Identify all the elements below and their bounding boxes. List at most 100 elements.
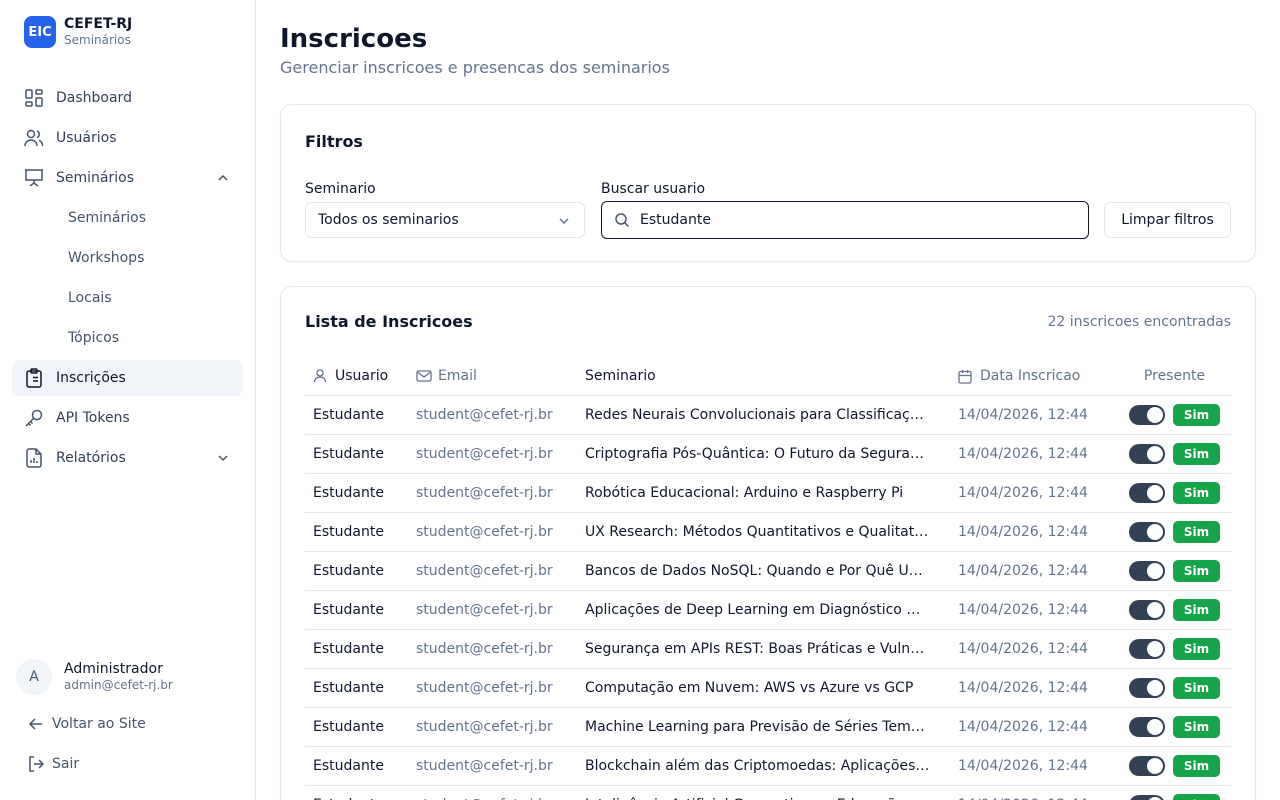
brand-subtitle: Seminários [64,33,131,48]
back-to-site-link[interactable]: Voltar ao Site [28,716,146,732]
presence-badge: Sim [1173,482,1220,504]
table-row[interactable]: Estudantestudent@cefet-rj.brInteligência… [305,786,1231,800]
column-header-user[interactable]: Usuario [305,368,416,384]
cell-user: Estudante [313,680,384,696]
presence-toggle[interactable] [1129,522,1165,542]
column-header-label: Presente [1143,368,1206,384]
presence-badge: Sim [1173,599,1220,621]
page-title: Inscricoes [280,24,428,54]
column-header-present[interactable]: Presente [1118,368,1231,384]
presence-toggle[interactable] [1129,483,1165,503]
search-input[interactable] [640,212,1060,228]
mail-icon [416,368,432,384]
cell-user: Estudante [313,563,384,579]
results-count: 22 inscricoes encontradas [1047,314,1232,330]
presentation-icon [24,168,44,188]
clear-filters-button[interactable]: Limpar filtros [1104,202,1231,238]
column-header-seminar[interactable]: Seminario [585,368,958,384]
logout-icon [28,756,44,772]
presence-toggle[interactable] [1129,561,1165,581]
cell-date: 14/04/2026, 12:44 [958,563,1088,579]
sidebar-item-seminarios[interactable]: Seminários [12,160,243,196]
toggle-knob [1147,602,1163,618]
brand-logo: EIC [24,16,56,48]
cell-user: Estudante [313,524,384,540]
presence-badge: Sim [1173,404,1220,426]
presence-badge: Sim [1173,443,1220,465]
presence-badge: Sim [1173,677,1220,699]
arrow-left-icon [28,716,44,732]
registrations-table: Usuario Email Seminario Data Inscricao P… [305,357,1231,800]
toggle-knob [1147,680,1163,696]
sidebar-subitem-locais[interactable]: Locais [12,280,243,316]
cell-date: 14/04/2026, 12:44 [958,485,1088,501]
presence-toggle[interactable] [1129,444,1165,464]
search-field[interactable] [601,201,1089,239]
sidebar-item-api-tokens[interactable]: API Tokens [12,400,243,436]
column-header-label: Data Inscricao [980,368,1081,384]
key-icon [24,408,44,428]
sidebar-item-label: Usuários [56,130,117,146]
cell-email: student@cefet-rj.br [416,407,553,423]
seminar-filter-label: Seminario [305,181,376,197]
toggle-knob [1147,524,1163,540]
column-header-email[interactable]: Email [416,368,585,384]
presence-badge: Sim [1173,716,1220,738]
sidebar-item-relatorios[interactable]: Relatórios [12,440,243,476]
table-row[interactable]: Estudante student@cefet-rj.br Redes Neurai… [305,396,1231,435]
cell-date: 14/04/2026, 12:44 [958,446,1088,462]
cell-email: student@cefet-rj.br [416,446,553,462]
presence-badge: Sim [1173,638,1220,660]
sidebar-subitem-seminarios[interactable]: Seminários [12,200,243,236]
chevron-down-icon[interactable] [215,450,231,466]
sidebar-subitem-topicos[interactable]: Tópicos [12,320,243,356]
cell-seminar: Aplicações de Deep Learning em Diagnósti… [585,602,957,618]
cell-user: Estudante [313,446,384,462]
page-subtitle: Gerenciar inscricoes e presencas dos sem… [280,58,670,77]
table-row[interactable]: Estudante student@cefet-rj.br Aplicações d… [305,591,1231,630]
presence-toggle[interactable] [1129,678,1165,698]
presence-toggle[interactable] [1129,756,1165,776]
table-row[interactable]: Estudante student@cefet-rj.br Criptografia… [305,435,1231,474]
sidebar-item-inscricoes[interactable]: Inscrições [12,360,243,396]
logout-link[interactable]: Sair [28,756,79,772]
cell-email: student@cefet-rj.br [416,641,553,657]
presence-toggle[interactable] [1129,717,1165,737]
cell-email: student@cefet-rj.br [416,485,553,501]
table-row[interactable]: Estudante student@cefet-rj.br Bancos de Da… [305,552,1231,591]
cell-user: Estudante [313,485,384,501]
table-row[interactable]: Estudante student@cefet-rj.br Machine Lear… [305,708,1231,747]
sidebar-nav: Dashboard Usuários Seminários Seminários… [12,80,243,480]
presence-toggle[interactable] [1129,600,1165,620]
sidebar-subitem-workshops[interactable]: Workshops [12,240,243,276]
toggle-knob [1147,485,1163,501]
column-header-label: Seminario [585,368,656,384]
brand[interactable]: EIC CEFET-RJ Seminários [24,16,132,48]
sidebar-item-dashboard[interactable]: Dashboard [12,80,243,116]
cell-present: Sim [1118,482,1231,504]
registrations-card: Lista de Inscricoes 22 inscricoes encont… [280,286,1256,800]
table-row[interactable]: Estudante student@cefet-rj.br Computação e… [305,669,1231,708]
calendar-icon [958,368,974,384]
presence-badge: Sim [1173,560,1220,582]
report-icon [24,448,44,468]
table-row[interactable]: Estudante student@cefet-rj.br Robótica Edu… [305,474,1231,513]
presence-toggle[interactable] [1129,405,1165,425]
column-header-date[interactable]: Data Inscricao [958,368,1118,384]
sidebar-item-label: Dashboard [56,90,132,106]
table-row[interactable]: Estudante student@cefet-rj.br Segurança em… [305,630,1231,669]
sidebar-item-usuarios[interactable]: Usuários [12,120,243,156]
chevron-up-icon[interactable] [215,170,231,186]
list-title: Lista de Inscricoes [305,312,473,331]
cell-seminar: Redes Neurais Convolucionais para Classi… [585,407,958,423]
table-row[interactable]: Estudante student@cefet-rj.br Blockchain a… [305,747,1231,786]
sidebar-item-label: Relatórios [56,450,126,466]
seminar-select[interactable]: Todos os seminarios [305,202,585,238]
presence-toggle[interactable] [1129,639,1165,659]
cell-present: Sim [1118,638,1231,660]
cell-present: Sim [1118,599,1231,621]
user-profile[interactable]: A Administrador admin@cefet-rj.br [16,659,173,695]
column-header-label: Usuario [335,368,389,384]
table-row[interactable]: Estudante student@cefet-rj.br UX Research:… [305,513,1231,552]
presence-toggle[interactable] [1129,795,1165,800]
